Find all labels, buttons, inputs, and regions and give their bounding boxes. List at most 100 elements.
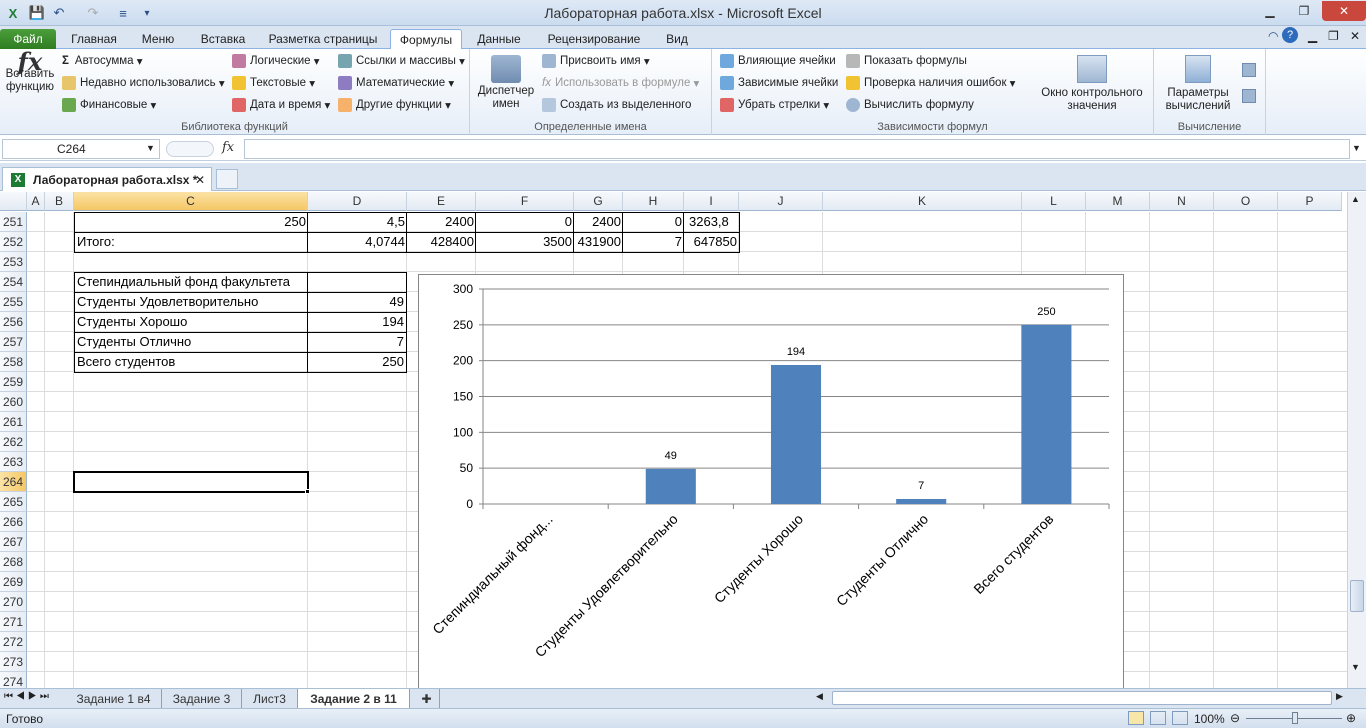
summary-value[interactable]: 250 — [308, 352, 406, 372]
insert-function-button[interactable]: fx Вставить функцию — [4, 50, 56, 94]
zoom-out-icon[interactable]: ⊖ — [1230, 711, 1240, 725]
row-header[interactable]: 255 — [0, 292, 27, 312]
watch-window-button[interactable]: Окно контрольного значения — [1034, 55, 1150, 113]
vertical-scrollbar[interactable]: ▲ ▼ — [1347, 192, 1366, 688]
cell-D252[interactable]: 4,0744 — [308, 232, 407, 252]
doc-minimize-icon[interactable]: ▁ — [1308, 29, 1317, 43]
row-header[interactable]: 264 — [0, 472, 27, 492]
formula-bar-splitter[interactable] — [166, 141, 214, 157]
summary-label[interactable]: Студенты Удовлетворительно — [75, 292, 307, 312]
row-header[interactable]: 272 — [0, 632, 27, 652]
scroll-thumb[interactable] — [1350, 580, 1364, 612]
select-all-corner[interactable] — [0, 192, 27, 211]
row-header[interactable]: 274 — [0, 672, 27, 688]
zoom-slider-thumb[interactable] — [1292, 712, 1298, 724]
use-in-formula-button[interactable]: fx Использовать в формуле ▾ — [542, 76, 699, 90]
hscroll-left-icon[interactable]: ◀ — [816, 691, 823, 702]
new-tab-icon[interactable] — [216, 169, 238, 189]
tab-insert[interactable]: Вставка — [192, 29, 254, 49]
cell-F251[interactable]: 0 — [476, 212, 574, 232]
tab-view[interactable]: Вид — [656, 29, 698, 49]
sheet-tab-active[interactable]: Задание 2 в 11 — [298, 689, 410, 708]
tab-data[interactable]: Данные — [468, 29, 530, 49]
sheet-nav-icons[interactable]: ⏮◀▶⏭ — [4, 691, 52, 702]
name-box-dropdown-icon[interactable]: ▼ — [146, 143, 155, 153]
row-header[interactable]: 267 — [0, 532, 27, 552]
tab-formulas[interactable]: Формулы — [390, 29, 462, 49]
error-checking-button[interactable]: Проверка наличия ошибок ▾ — [846, 76, 1015, 90]
row-header[interactable]: 258 — [0, 352, 27, 372]
math-button[interactable]: Математические ▾ — [338, 76, 454, 90]
recently-used-button[interactable]: Недавно использовались ▾ — [62, 76, 225, 90]
row-header[interactable]: 261 — [0, 412, 27, 432]
workbook-tab[interactable]: X Лабораторная работа.xlsx * ✕ — [2, 167, 212, 191]
help-icon[interactable]: ? — [1282, 27, 1298, 43]
column-header[interactable]: A — [27, 192, 45, 211]
zoom-level[interactable]: 100% — [1194, 712, 1225, 726]
column-header[interactable]: B — [45, 192, 74, 211]
hscroll-right-icon[interactable]: ▶ — [1336, 691, 1343, 702]
other-functions-button[interactable]: Другие функции ▾ — [338, 98, 451, 112]
restore-button[interactable]: ❐ — [1290, 1, 1318, 21]
summary-label[interactable]: Всего студентов — [75, 352, 307, 372]
horizontal-scroll-thumb[interactable] — [832, 691, 1332, 705]
column-header[interactable]: O — [1214, 192, 1278, 211]
cell-F252[interactable]: 3500 — [476, 232, 574, 252]
row-header[interactable]: 259 — [0, 372, 27, 392]
remove-arrows-button[interactable]: Убрать стрелки ▾ — [720, 98, 829, 112]
column-header[interactable]: D — [308, 192, 407, 211]
create-from-selection-button[interactable]: Создать из выделенного — [542, 98, 691, 112]
summary-label[interactable]: Студенты Хорошо — [75, 312, 307, 332]
show-formulas-button[interactable]: Показать формулы — [846, 54, 967, 68]
column-header[interactable]: J — [739, 192, 823, 211]
sheet-tab[interactable]: Задание 3 — [162, 689, 242, 708]
minimize-ribbon-icon[interactable]: ◠ — [1268, 29, 1278, 43]
fill-handle[interactable] — [305, 489, 310, 494]
cell-G251[interactable]: 2400 — [574, 212, 623, 232]
row-header[interactable]: 265 — [0, 492, 27, 512]
tab-file[interactable]: Файл — [0, 29, 56, 49]
column-header[interactable]: I — [684, 192, 739, 211]
column-header[interactable]: F — [476, 192, 574, 211]
expand-formula-bar-icon[interactable]: ▼ — [1352, 143, 1361, 153]
zoom-in-icon[interactable]: ⊕ — [1346, 711, 1356, 725]
row-header[interactable]: 263 — [0, 452, 27, 472]
financial-button[interactable]: Финансовые ▾ — [62, 98, 156, 112]
page-layout-view-icon[interactable] — [1150, 711, 1166, 725]
evaluate-formula-button[interactable]: Вычислить формулу — [846, 98, 974, 112]
column-header[interactable]: K — [823, 192, 1022, 211]
autosum-button[interactable]: Σ Автосумма ▾ — [62, 54, 143, 68]
column-header[interactable]: E — [407, 192, 476, 211]
cell-I251[interactable]: 3263,8 — [684, 212, 739, 232]
calculate-sheet-icon[interactable] — [1242, 89, 1256, 103]
row-header[interactable]: 270 — [0, 592, 27, 612]
row-header[interactable]: 266 — [0, 512, 27, 532]
row-header[interactable]: 273 — [0, 652, 27, 672]
calculate-now-icon[interactable] — [1242, 63, 1256, 77]
summary-value[interactable] — [308, 272, 406, 292]
row-header[interactable]: 253 — [0, 252, 27, 272]
column-header[interactable]: N — [1150, 192, 1214, 211]
cell-G252[interactable]: 431900 — [574, 232, 623, 252]
tab-page-layout[interactable]: Разметка страницы — [262, 29, 384, 49]
close-button[interactable]: ✕ — [1322, 1, 1366, 21]
cell-I252[interactable]: 647850 — [684, 232, 739, 252]
summary-label[interactable]: Студенты Отлично — [75, 332, 307, 352]
calc-options-button[interactable]: Параметры вычислений — [1158, 55, 1238, 113]
cell-C251[interactable]: 250 — [75, 212, 308, 232]
spreadsheet-grid[interactable]: ABCDEFGHIJKLMNOP 251 252 253 254 255 256 257 25… — [0, 192, 1347, 688]
sheet-tab[interactable]: Лист3 — [242, 689, 298, 708]
summary-value[interactable]: 194 — [308, 312, 406, 332]
column-chart[interactable]: 0 50 100 150 200 250 300 Степиндиальный фонд...… — [418, 274, 1124, 688]
row-header[interactable]: 262 — [0, 432, 27, 452]
row-header[interactable]: 271 — [0, 612, 27, 632]
row-header[interactable]: 252 — [0, 232, 27, 252]
page-break-view-icon[interactable] — [1172, 711, 1188, 725]
doc-restore-icon[interactable]: ❐ — [1328, 29, 1339, 43]
lookup-button[interactable]: Ссылки и массивы ▾ — [338, 54, 465, 68]
column-header[interactable]: C — [74, 192, 308, 211]
scroll-up-icon[interactable]: ▲ — [1351, 194, 1360, 204]
sheet-tab[interactable]: Задание 1 в4 — [66, 689, 162, 708]
tab-review[interactable]: Рецензирование — [538, 29, 650, 49]
row-header[interactable]: 257 — [0, 332, 27, 352]
